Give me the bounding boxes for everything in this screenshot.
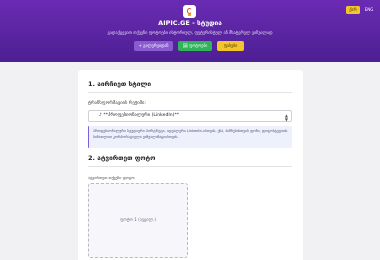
main-card: 1. აირჩიეთ სტილი ტრანსფორმაციის რეჟიმი: … <box>78 70 303 260</box>
logo-dot <box>188 14 191 16</box>
pricing-button[interactable]: ფასები <box>217 41 244 51</box>
page-subtitle: გადაქცევით თქვენი ფოტოები ისტორიულ, ფუტუ… <box>107 30 273 35</box>
photo-upload-dropzone[interactable]: ფოტო 1 (აუცილ.) <box>88 183 188 258</box>
language-en-button[interactable]: ENG <box>362 6 376 14</box>
mode-label: ტრანსფორმაციის რეჟიმი: <box>88 101 146 106</box>
language-ka-button[interactable]: ქარ <box>346 6 360 14</box>
page-title: AIPIC.GE - სტუდია <box>158 19 222 27</box>
photos-button[interactable]: 🖼 ფოტოები <box>178 41 212 51</box>
chevron-down-icon: ▲ ▼ <box>284 113 288 122</box>
section-divider <box>88 92 292 93</box>
gallery-button[interactable]: + გალერეიდან <box>134 41 173 51</box>
app-header: AIPIC.GE - სტუდია გადაქცევით თქვენი ფოტო… <box>0 0 380 62</box>
mode-select[interactable]: ♪ **პროფესიონალური (LinkedIn)** ▲ ▼ <box>88 110 292 122</box>
upload-label: ატვირთეთ თქვენი ფოტო: <box>88 175 136 180</box>
mode-description: პროფესიონალური სტუდიური პორტრეტი, იდეალუ… <box>88 126 292 148</box>
aipic-logo-icon <box>183 5 196 18</box>
upload-placeholder-text: ფოტო 1 (აუცილ.) <box>119 217 157 222</box>
mode-select-value: ♪ **პროფესიონალური (LinkedIn)** <box>99 113 180 118</box>
section-divider <box>88 166 292 167</box>
section-style-title: 1. აირჩიეთ სტილი <box>88 80 152 88</box>
section-upload-title: 2. ატვირთეთ ფოტო <box>88 154 156 162</box>
